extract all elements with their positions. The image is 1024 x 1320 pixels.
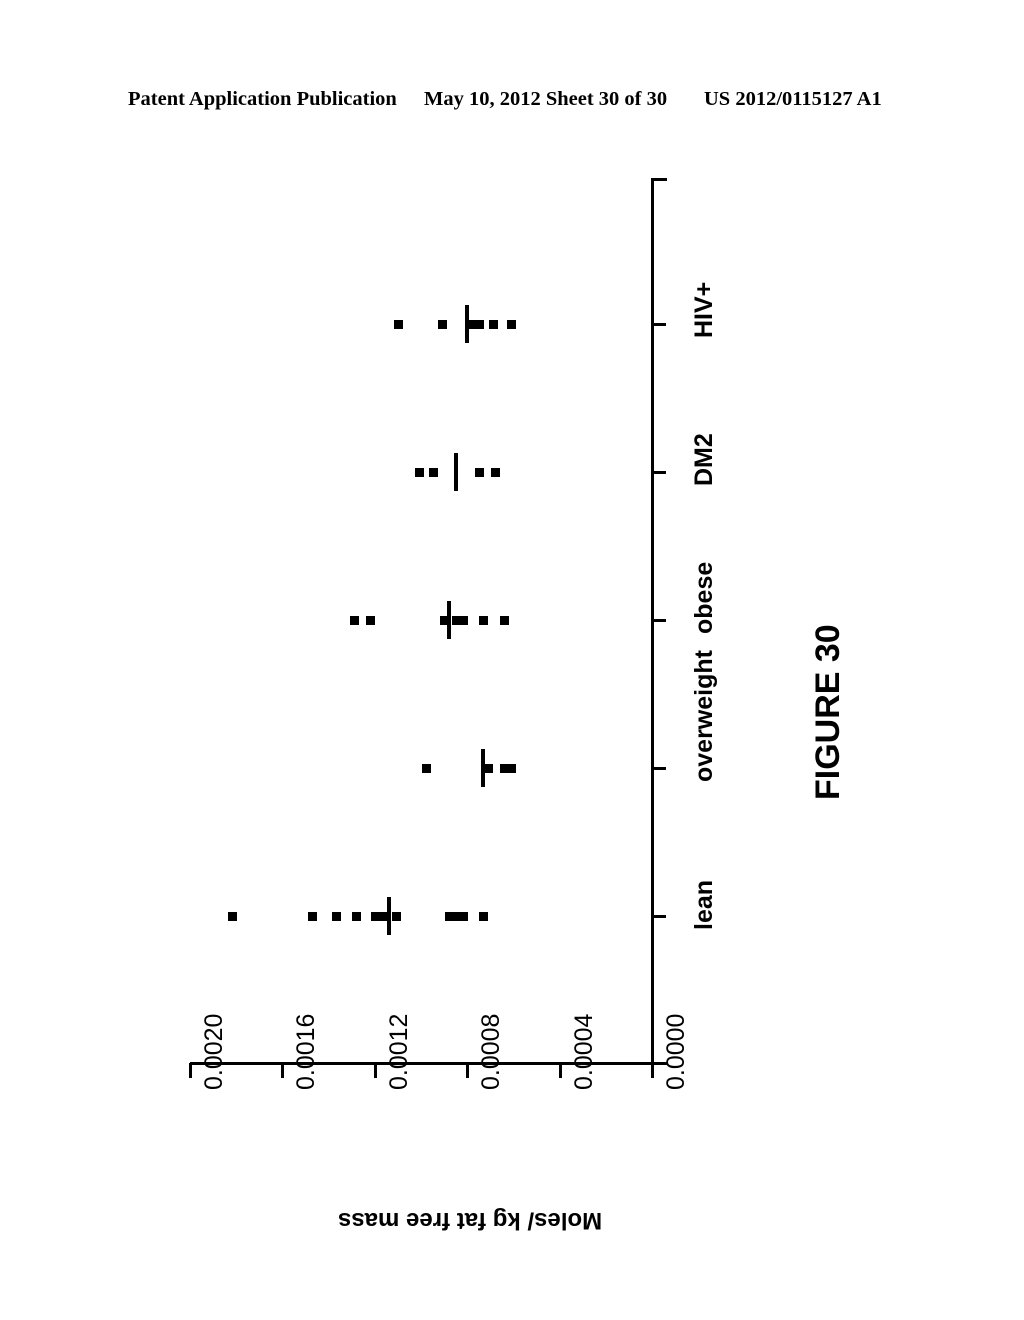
data-point (227, 912, 237, 921)
category-label-lean: lean (690, 879, 718, 930)
value-axis-tick-label: 0.0012 (384, 1013, 413, 1090)
data-point (500, 616, 510, 625)
data-point (308, 912, 318, 921)
data-point (474, 320, 484, 329)
data-point (393, 320, 403, 329)
median-bar-hivplus (465, 305, 470, 343)
median-bar-lean (386, 897, 391, 935)
data-point (437, 320, 447, 329)
category-axis-tick-dm2 (651, 471, 666, 474)
value-axis-title: Moles/ kg fat free mass (338, 1207, 603, 1234)
data-point (458, 912, 468, 921)
value-axis-tick-label: 0.0008 (477, 1013, 506, 1090)
value-axis-tick-label: 0.0020 (200, 1013, 228, 1090)
data-point (377, 912, 387, 921)
category-label-hivplus: HIV+ (690, 281, 718, 338)
data-point (350, 616, 359, 625)
figure-caption: FIGURE 30 (809, 624, 847, 800)
value-axis-tick (281, 1063, 285, 1078)
data-point (414, 468, 424, 477)
data-point (331, 912, 341, 921)
value-axis-tick (558, 1063, 562, 1078)
value-axis-tick-label: 0.0004 (569, 1013, 598, 1090)
data-point (507, 764, 517, 773)
data-point (428, 468, 438, 477)
median-bar-overweight (481, 749, 486, 787)
value-axis-tick (651, 1063, 654, 1078)
data-point (479, 616, 489, 625)
category-label-dm2: DM2 (690, 433, 718, 486)
category-axis-tick-obese (651, 619, 666, 622)
value-axis-tick (189, 1063, 192, 1078)
data-point (458, 616, 468, 625)
data-point (479, 912, 489, 921)
data-point (474, 468, 484, 477)
data-point (490, 468, 500, 477)
category-label-overweight: overweight (690, 650, 718, 782)
category-axis-tick-lean (651, 915, 666, 918)
median-bar-obese (446, 601, 451, 639)
figure-30-chart: 0.0020 0.0016 0.0012 0.0008 0.0004 0.0000 lea… (0, 0, 1024, 1320)
data-point (507, 320, 517, 329)
data-point (421, 764, 431, 773)
data-point (366, 616, 376, 625)
data-point (352, 912, 362, 921)
data-point (391, 912, 401, 921)
data-point (488, 320, 498, 329)
category-axis-tick-hivplus (651, 323, 666, 326)
median-bar-dm2 (453, 453, 458, 491)
value-axis-tick (466, 1063, 470, 1078)
category-label-obese: obese (690, 561, 718, 634)
category-axis-tick-overweight (651, 767, 666, 770)
category-axis-endcap-top (651, 178, 667, 181)
value-axis-tick (373, 1063, 377, 1078)
value-axis-tick-label: 0.0016 (292, 1013, 321, 1090)
value-axis-tick-label: 0.0000 (662, 1013, 690, 1090)
